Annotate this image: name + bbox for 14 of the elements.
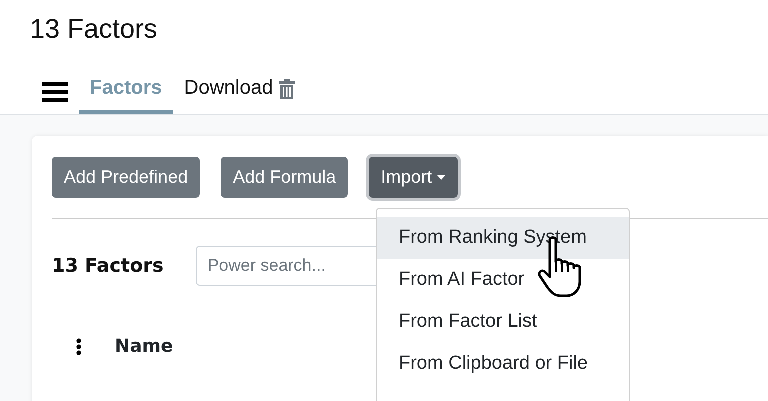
tab[interactable]: Download — [173, 69, 306, 114]
menu-item[interactable]: From Factor List — [377, 301, 629, 343]
page-title: 13 Factors — [30, 14, 159, 45]
import-dropdown-button[interactable]: Import — [369, 157, 458, 198]
kebab-menu-icon[interactable] — [76, 338, 82, 356]
trash-icon[interactable] — [279, 78, 296, 98]
menu-item[interactable]: From Clipboard or File — [377, 343, 629, 385]
column-header[interactable]: Name — [115, 336, 174, 357]
menu-item[interactable]: From AI Factor — [377, 259, 629, 301]
menu-icon[interactable] — [42, 82, 68, 102]
caret-icon — [437, 175, 446, 180]
list-heading: 13 Factors — [52, 255, 164, 277]
toolbar-button[interactable]: Add Predefined — [52, 157, 200, 198]
toolbar-button[interactable]: Add Formula — [221, 157, 348, 198]
